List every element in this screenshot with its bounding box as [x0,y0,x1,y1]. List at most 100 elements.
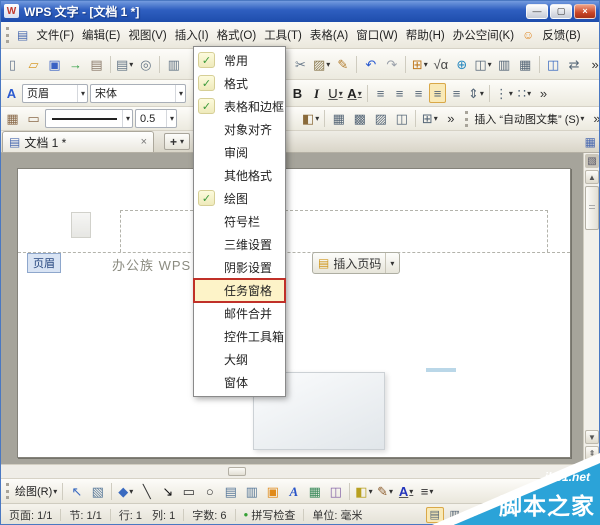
document-map-button[interactable]: ◫ [544,54,563,74]
hscroll-thumb[interactable] [228,467,246,476]
menu-edit[interactable]: 编辑(E) [78,24,124,46]
status-spellcheck[interactable]: ● 拼写检查 [239,507,301,523]
select-objects-button[interactable]: ▧ [88,481,107,501]
maximize-button[interactable]: ▢ [550,3,572,19]
minimize-button[interactable]: — [526,3,548,19]
split-table-button[interactable]: ▨ [371,109,390,129]
chart-button[interactable]: ▦ [516,54,535,74]
border-color-button[interactable]: ◧ ▾ [301,109,320,129]
toolbar-overflow-button[interactable]: » [586,54,600,74]
autofit-button[interactable]: ◫ [392,109,411,129]
select-cursor-button[interactable]: ↖ [67,481,86,501]
new-document-button[interactable]: ▯ [3,54,22,74]
menu-item-standard[interactable]: ✓ 常用 [194,49,285,72]
align-right-button[interactable]: ≡ [410,83,427,103]
draw-table-button[interactable]: ▦ [3,109,22,129]
scroll-up-button[interactable]: ▲ [585,170,599,184]
undo-button[interactable]: ↶ [361,54,380,74]
toolbar-overflow-button[interactable]: » [441,109,460,129]
arrow-tool-button[interactable]: ↘ [158,481,177,501]
insert-page-number-button[interactable]: ▤ 插入页码 ▾ [312,252,401,274]
line-width-combo[interactable]: 0.5 ▾ [135,109,177,128]
merge-cells-button[interactable]: ▦ [329,109,348,129]
underline-button[interactable]: U ▾ [327,83,344,103]
menu-workspace[interactable]: 办公空间(K) [449,24,518,46]
open-button[interactable]: ▱ [24,54,43,74]
close-button[interactable]: × [574,3,596,19]
document-button[interactable]: ▥ [164,54,183,74]
table-properties-button[interactable]: ⊞ ▾ [420,109,439,129]
menu-feedback[interactable]: 反馈(B) [538,24,584,46]
wordart-button[interactable]: ▣ [263,481,282,501]
mail-button[interactable]: ▤ [87,54,106,74]
insert-table-button[interactable]: ⊞ ▾ [410,54,429,74]
style-combo[interactable]: 页眉 ▾ [22,83,88,103]
italic-button[interactable]: I [308,83,325,103]
insert-page-dropdown-icon[interactable]: ▾ [385,253,394,273]
cut-button[interactable]: ✂ [291,54,310,74]
bullets-button[interactable]: ∷ ▾ [516,83,533,103]
align-left-button[interactable]: ≡ [372,83,389,103]
print-preview-button[interactable]: ◎ [136,54,155,74]
menu-item-task-pane[interactable]: 任务窗格 [193,278,286,303]
table-eraser-button[interactable]: ▭ [24,109,43,129]
menu-item-mail-merge[interactable]: 邮件合并 [194,302,285,325]
autotext-overflow-button[interactable]: » [587,109,600,129]
previous-page-button[interactable]: ⇞ [585,446,599,460]
menu-item-other-format[interactable]: 其他格式 [194,164,285,187]
char-color-button[interactable]: A ▾ [346,83,363,103]
view-page-mode-button[interactable]: ▤ [425,506,444,523]
menu-item-shadow-settings[interactable]: 阴影设置 [194,256,285,279]
format-painter-button[interactable]: ✎ [333,54,352,74]
scrollbar-corner-icon[interactable]: ▧ [585,154,599,168]
bold-button[interactable]: B [289,83,306,103]
save-button[interactable]: ▣ [45,54,64,74]
web-button[interactable]: ⊕ [452,54,471,74]
scroll-down-button[interactable]: ▼ [585,430,599,444]
menu-item-format[interactable]: ✓ 格式 [194,72,285,95]
fill-color-button[interactable]: ◧ ▾ [354,481,373,501]
autotext-insert-button[interactable]: 插入 “自动图文集” (S) ▾ [473,109,585,129]
paste-button[interactable]: ▨ ▾ [312,54,331,74]
view-web-mode-button[interactable]: ◫ [466,507,484,523]
tab-close-icon[interactable]: × [141,136,147,148]
numbering-button[interactable]: ⋮ ▾ [494,83,514,103]
justify-button[interactable]: ≡ [429,83,446,103]
distributed-button[interactable]: ≡ [448,83,465,103]
fit-width-button[interactable]: ⇄ [565,54,584,74]
menu-table[interactable]: 表格(A) [306,24,352,46]
oval-tool-button[interactable]: ○ [200,481,219,501]
menu-window[interactable]: 窗口(W) [352,24,402,46]
menu-item-outline[interactable]: 大纲 [194,348,285,371]
redo-button[interactable]: ↷ [382,54,401,74]
vertical-scrollbar[interactable]: ▧ ▲ ▼ ⇞ ⇟ [583,153,600,478]
menu-tools[interactable]: 工具(T) [260,24,306,46]
draw-menu-button[interactable]: 绘图(R) ▾ [14,481,58,501]
document-icon[interactable]: ▤ [13,25,32,45]
print-button[interactable]: ▤ ▾ [115,54,134,74]
menu-help[interactable]: 帮助(H) [402,24,449,46]
menu-insert[interactable]: 插入(I) [171,24,213,46]
toolbar-overflow-button[interactable]: » [535,83,552,103]
wordart-gallery-button[interactable]: A [284,481,303,501]
menu-item-symbol-bar[interactable]: 符号栏 [194,210,285,233]
formula-button[interactable]: √α [431,54,450,74]
split-cells-button[interactable]: ▩ [350,109,369,129]
menu-item-review[interactable]: 审阅 [194,141,285,164]
task-panel-icon[interactable]: ▦ [585,135,596,149]
menu-item-drawing[interactable]: ✓ 绘图 [194,187,285,210]
menu-item-forms[interactable]: 窗体 [194,371,285,394]
menubar-grip[interactable] [6,27,9,43]
view-outline-mode-button[interactable]: ▥ [446,507,464,523]
line-style-button[interactable]: ≡ ▾ [418,481,437,501]
insert-picture-button[interactable]: ▦ [305,481,324,501]
insert-clipart-button[interactable]: ◫ [326,481,345,501]
vscroll-thumb[interactable] [585,186,599,230]
line-color-button[interactable]: ✎ ▾ [376,481,395,501]
drawbar-grip[interactable] [6,483,9,499]
menu-view[interactable]: 视图(V) [124,24,170,46]
export-button[interactable]: → [66,54,85,74]
menu-item-control-toolbox[interactable]: 控件工具箱 [194,325,285,348]
columns-button[interactable]: ▥ [495,54,514,74]
rectangle-tool-button[interactable]: ▭ [179,481,198,501]
